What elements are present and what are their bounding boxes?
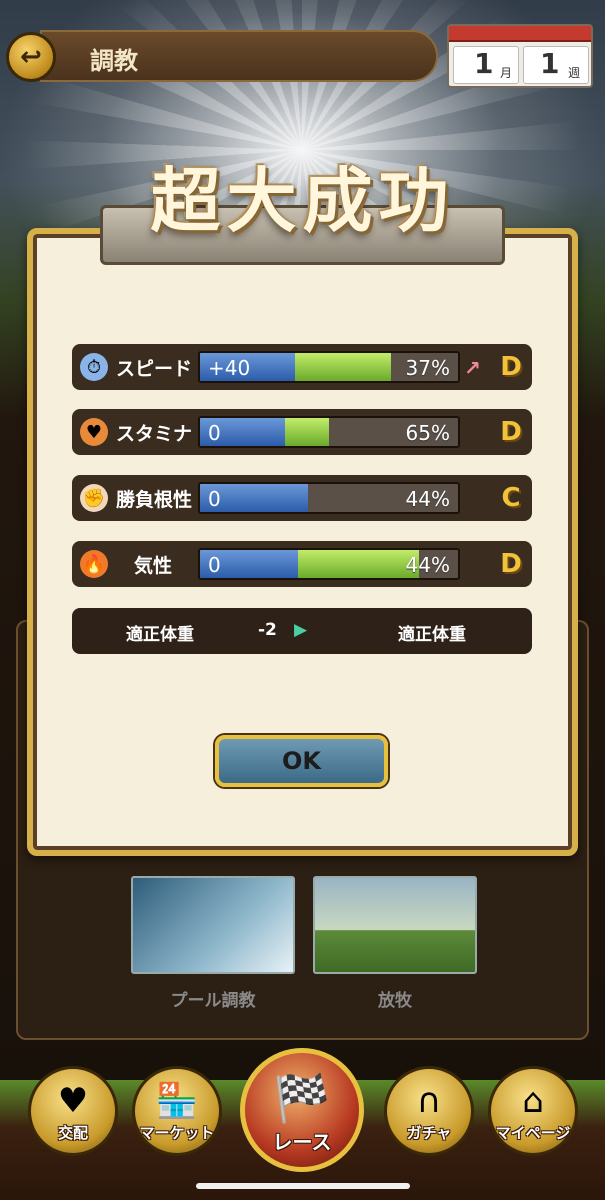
result-banner: 超大成功 — [150, 160, 455, 242]
market-icon: 🏪 — [155, 1081, 199, 1121]
home-indicator — [196, 1183, 410, 1189]
stat-gain: 0 — [208, 421, 221, 445]
nav-label: マーケット — [139, 1124, 215, 1142]
weight-row: 適正体重 -2 ▶ 適正体重 — [72, 608, 532, 654]
stopwatch-icon: ⏱ — [80, 353, 108, 381]
stat-percent: 44% — [405, 487, 450, 511]
pool-training-card — [131, 876, 295, 974]
stat-grade: D — [500, 417, 522, 447]
stat-percent: 65% — [405, 421, 450, 445]
stat-percent: 37% — [405, 356, 450, 380]
stat-gain: 0 — [208, 553, 221, 577]
nav-market[interactable]: 🏪 マーケット — [132, 1066, 222, 1156]
stat-label: 勝負根性 — [116, 489, 193, 511]
nav-race[interactable]: 🏁 レース — [240, 1048, 364, 1172]
stat-row-stamina: ♥ スタミナ 0 65% D — [72, 409, 532, 455]
stat-bar-gain — [285, 418, 329, 446]
calendar-widget: 1 月 1 週 — [447, 24, 593, 88]
stat-bar: 0 65% — [198, 416, 460, 448]
stat-label: スタミナ — [116, 423, 193, 445]
house-icon: ⌂ — [522, 1081, 544, 1121]
calendar-band — [449, 26, 591, 42]
calendar-week-unit: 週 — [568, 66, 581, 80]
stat-row-speed: ⏱ スピード +40 37% ↗ D — [72, 344, 532, 390]
nav-breeding[interactable]: ♥ 交配 — [28, 1066, 118, 1156]
nav-label: レース — [272, 1130, 332, 1154]
back-arrow-icon: ↩ — [20, 42, 42, 72]
right-arrow-icon: ▶ — [294, 620, 308, 640]
checkered-flag-icon: 🏁 — [273, 1071, 331, 1125]
stat-label: スピード — [116, 358, 193, 380]
pasture-label: 放牧 — [378, 991, 412, 1011]
heart-icon: ♥ — [80, 418, 108, 446]
calendar-month-unit: 月 — [500, 66, 513, 80]
weight-after: 適正体重 — [398, 625, 466, 645]
stat-bar-gain — [295, 353, 391, 381]
stat-percent: 44% — [405, 553, 450, 577]
up-arrow-icon: ↗ — [464, 356, 481, 380]
breeding-icon: ♥ — [57, 1081, 89, 1121]
stat-gain: +40 — [208, 356, 251, 380]
stat-row-temperament: 🔥 気性 0 44% D — [72, 541, 532, 587]
stat-row-guts: ✊ 勝負根性 0 44% C — [72, 475, 532, 521]
stat-label: 気性 — [134, 555, 173, 577]
page-title: 調教 — [90, 47, 138, 75]
stat-bar: 0 44% — [198, 482, 460, 514]
nav-label: マイページ — [495, 1124, 571, 1142]
calendar-week-cell: 1 週 — [523, 46, 589, 84]
stat-grade: C — [501, 483, 521, 513]
pool-training-label: プール調教 — [170, 991, 256, 1011]
nav-mypage[interactable]: ⌂ マイページ — [488, 1066, 578, 1156]
ok-button[interactable]: OK — [215, 735, 388, 787]
fist-icon: ✊ — [80, 484, 108, 512]
stat-bar: +40 37% — [198, 351, 460, 383]
weight-change: -2 — [258, 620, 277, 640]
stat-gain: 0 — [208, 487, 221, 511]
calendar-week: 1 — [540, 47, 560, 80]
nav-label: ガチャ — [406, 1124, 452, 1142]
back-button[interactable]: ↩ — [6, 32, 56, 82]
pasture-card — [313, 876, 477, 974]
nav-label: 交配 — [57, 1124, 88, 1142]
flame-icon: 🔥 — [80, 550, 108, 578]
calendar-month: 1 — [474, 47, 494, 80]
stat-grade: D — [500, 352, 522, 382]
stat-bar-gain — [298, 550, 420, 578]
calendar-month-cell: 1 月 — [453, 46, 519, 84]
horseshoe-gacha-icon: ∩ — [416, 1081, 442, 1121]
nav-gacha[interactable]: ∩ ガチャ — [384, 1066, 474, 1156]
stat-bar: 0 44% — [198, 548, 460, 580]
stat-grade: D — [500, 549, 522, 579]
weight-before: 適正体重 — [126, 625, 194, 645]
